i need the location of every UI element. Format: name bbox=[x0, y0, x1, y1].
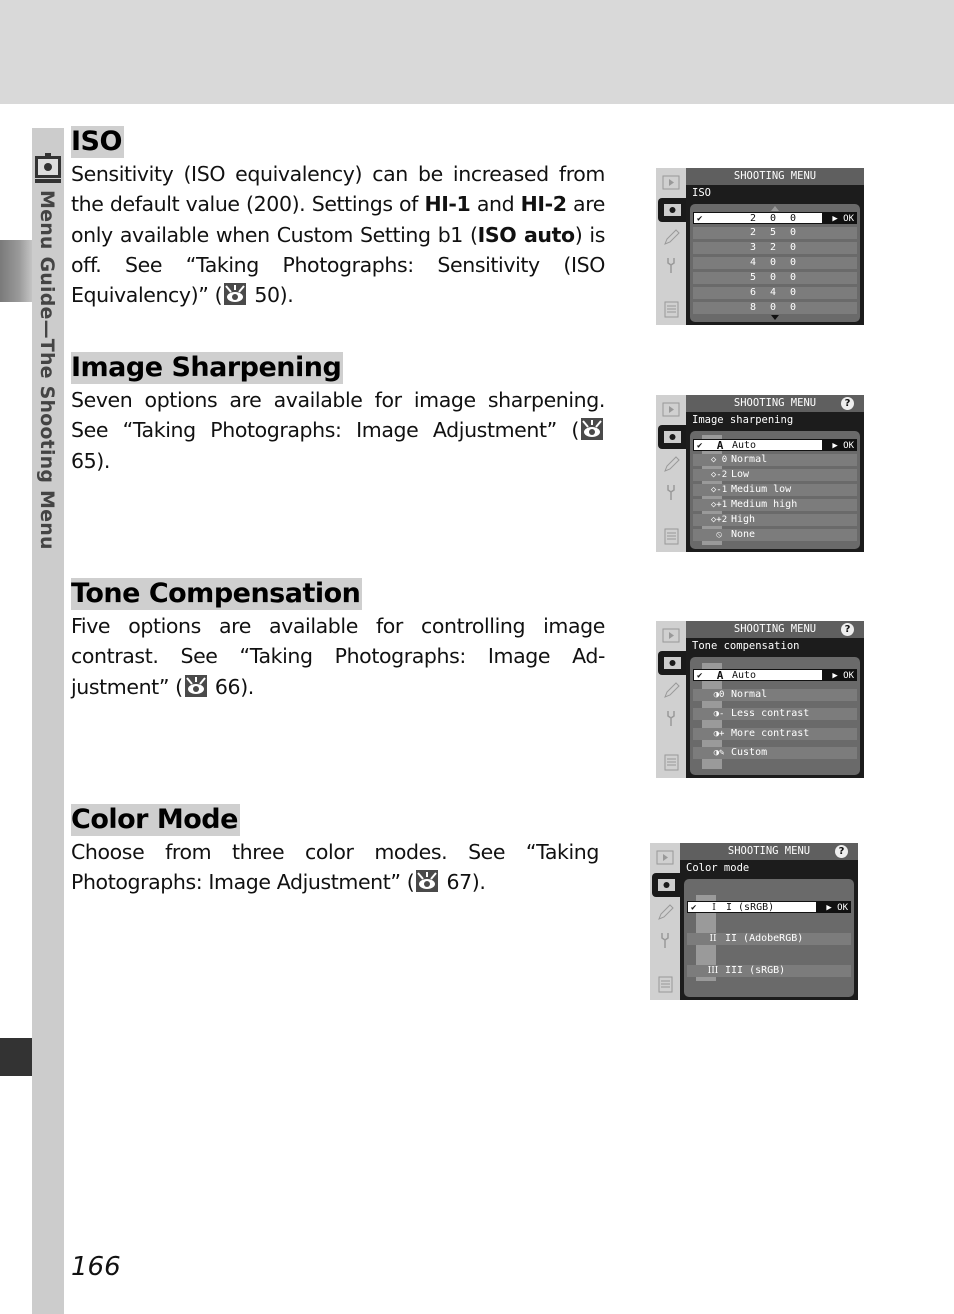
section-iso: ISO Sensitivity (ISO equivalency) can be… bbox=[71, 126, 605, 310]
chapter-thumb-tab-dark bbox=[0, 1038, 32, 1076]
check-icon: ✔ bbox=[691, 903, 697, 913]
custom-settings-pencil-icon bbox=[661, 228, 681, 246]
menu-option[interactable]: ◇-1 Medium low bbox=[693, 484, 857, 496]
menu-rail bbox=[650, 843, 684, 1000]
camera-screen-color-mode: SHOOTING MENU ? Color mode ✔ I I (sRGB) … bbox=[650, 843, 858, 1000]
section-body: Choose from three color modes. See “Taki… bbox=[71, 840, 599, 895]
menu-option[interactable]: 4 0 0 bbox=[693, 257, 857, 269]
options-panel: ✔ I I (sRGB) ▶ OK II II (AdobeRGB) III III… bbox=[684, 879, 854, 997]
help-icon[interactable]: ? bbox=[841, 397, 854, 410]
custom-settings-pencil-icon bbox=[661, 455, 681, 473]
menu-option[interactable]: 3 2 0 bbox=[693, 242, 857, 254]
reference-eye-icon bbox=[416, 870, 439, 893]
options-panel: ✔ A Auto ▶ OK ◑0 Normal ◑- Less contrast ◑… bbox=[690, 657, 860, 775]
menu-option[interactable]: ◇-2 Low bbox=[693, 469, 857, 481]
scroll-down-icon bbox=[771, 315, 779, 320]
section-body: Seven options are available for image sh… bbox=[71, 388, 605, 473]
setup-wrench-icon bbox=[655, 931, 675, 949]
page-reference[interactable]: 67 bbox=[446, 870, 472, 894]
page-reference[interactable]: 66 bbox=[215, 675, 241, 699]
menu-option[interactable]: ⦸ None bbox=[693, 529, 857, 541]
screen-subtitle: Image sharpening bbox=[692, 414, 794, 426]
section-title: ISO bbox=[71, 126, 124, 158]
options-panel: ✔ 2 0 0 ▶ OK 2 5 0 3 2 0 4 0 0 5 0 0 6 4… bbox=[690, 204, 860, 322]
screen-subtitle: ISO bbox=[692, 187, 711, 199]
recent-settings-icon bbox=[661, 300, 681, 318]
recent-settings-icon bbox=[661, 753, 681, 771]
page-number: 166 bbox=[71, 1252, 121, 1282]
menu-option[interactable]: II II (AdobeRGB) bbox=[687, 933, 851, 945]
menu-option[interactable]: 6 4 0 bbox=[693, 287, 857, 299]
menu-option-selected[interactable]: ✔ A Auto ▶ OK bbox=[693, 669, 857, 682]
scroll-up-icon bbox=[771, 206, 779, 211]
menu-rail bbox=[656, 168, 690, 325]
screen-header: SHOOTING MENU bbox=[686, 621, 864, 638]
setup-wrench-icon bbox=[661, 483, 681, 501]
setup-wrench-icon bbox=[661, 256, 681, 274]
page-reference[interactable]: 65 bbox=[71, 449, 97, 473]
ok-button[interactable]: ▶ OK bbox=[822, 670, 856, 681]
section-title: Color Mode bbox=[71, 804, 240, 836]
menu-option[interactable]: ◑0 Normal bbox=[693, 689, 857, 701]
menu-option-selected[interactable]: ✔ A Auto ▶ OK bbox=[693, 439, 857, 452]
help-icon[interactable]: ? bbox=[841, 623, 854, 636]
menu-rail bbox=[656, 621, 690, 778]
custom-settings-pencil-icon bbox=[661, 681, 681, 699]
recent-settings-icon bbox=[661, 527, 681, 545]
camera-menu-icon bbox=[34, 152, 62, 184]
check-icon: ✔ bbox=[697, 441, 703, 451]
menu-rail bbox=[656, 395, 690, 552]
setup-wrench-icon bbox=[661, 709, 681, 727]
reference-eye-icon bbox=[224, 283, 247, 306]
playback-menu-icon bbox=[655, 849, 675, 867]
screen-header: SHOOTING MENU bbox=[686, 168, 864, 185]
section-color-mode: Color Mode Choose from three color modes… bbox=[71, 804, 599, 898]
playback-menu-icon bbox=[661, 401, 681, 419]
screen-header: SHOOTING MENU bbox=[680, 843, 858, 860]
menu-option[interactable]: ◇ 0 Normal bbox=[693, 454, 857, 466]
section-image-sharpening: Image Sharpening Seven options are avail… bbox=[71, 352, 605, 476]
chapter-thumb-tab bbox=[0, 240, 32, 302]
camera-screen-tone-compensation: SHOOTING MENU ? Tone compensation ✔ A Au… bbox=[656, 621, 864, 778]
check-icon: ✔ bbox=[697, 671, 703, 681]
ok-button[interactable]: ▶ OK bbox=[822, 213, 856, 224]
menu-option[interactable]: ◇+2 High bbox=[693, 514, 857, 526]
menu-option-selected[interactable]: ✔ 2 0 0 ▶ OK bbox=[693, 212, 857, 224]
section-body: Five options are available for controlli… bbox=[71, 614, 605, 699]
menu-option-selected[interactable]: ✔ I I (sRGB) ▶ OK bbox=[687, 901, 851, 913]
reference-eye-icon bbox=[581, 418, 603, 441]
playback-menu-icon bbox=[661, 627, 681, 645]
menu-option[interactable]: ◑+ More contrast bbox=[693, 728, 857, 740]
camera-screen-iso: SHOOTING MENU ISO ✔ 2 0 0 ▶ OK 2 5 0 3 2… bbox=[656, 168, 864, 325]
ok-button[interactable]: ▶ OK bbox=[822, 440, 856, 451]
section-title: Tone Compensation bbox=[71, 578, 363, 610]
ok-button[interactable]: ▶ OK bbox=[816, 902, 850, 913]
reference-eye-icon bbox=[184, 674, 207, 697]
page-reference[interactable]: 50 bbox=[254, 283, 280, 307]
menu-option[interactable]: 2 5 0 bbox=[693, 227, 857, 239]
playback-menu-icon bbox=[661, 174, 681, 192]
menu-option[interactable]: ◇+1 Medium high bbox=[693, 499, 857, 511]
recent-settings-icon bbox=[655, 975, 675, 993]
menu-option[interactable]: 5 0 0 bbox=[693, 272, 857, 284]
menu-option[interactable]: 8 0 0 bbox=[693, 302, 857, 314]
camera-screen-image-sharpening: SHOOTING MENU ? Image sharpening ✔ A Aut… bbox=[656, 395, 864, 552]
options-panel: ✔ A Auto ▶ OK ◇ 0 Normal ◇-2 Low ◇-1 Medium… bbox=[690, 431, 860, 549]
screen-header: SHOOTING MENU bbox=[686, 395, 864, 412]
screen-subtitle: Color mode bbox=[686, 862, 750, 874]
menu-option[interactable]: ◑✎ Custom bbox=[693, 747, 857, 759]
section-title: Image Sharpening bbox=[71, 352, 344, 384]
screen-subtitle: Tone compensation bbox=[692, 640, 800, 652]
custom-settings-pencil-icon bbox=[655, 903, 675, 921]
page-header-band bbox=[0, 0, 954, 104]
menu-option[interactable]: ◑- Less contrast bbox=[693, 708, 857, 720]
section-body: Sensitivity (ISO equivalency) can be inc… bbox=[71, 162, 605, 308]
help-icon[interactable]: ? bbox=[835, 845, 848, 858]
chapter-side-label: Menu Guide—The Shooting Menu bbox=[36, 190, 58, 550]
section-tone-compensation: Tone Compensation Five options are avail… bbox=[71, 578, 605, 702]
menu-option[interactable]: III III (sRGB) bbox=[687, 965, 851, 977]
